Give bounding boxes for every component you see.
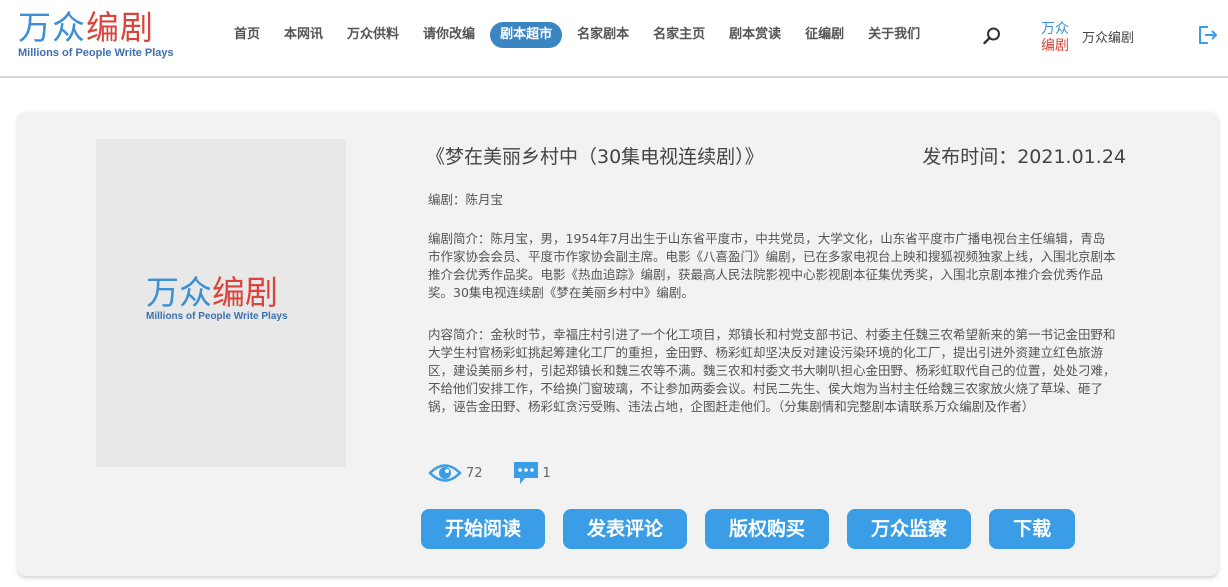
post-comment-button[interactable]: 发表评论 [563, 509, 688, 549]
logout-icon[interactable] [1196, 24, 1218, 46]
nav-item-famous-scripts[interactable]: 名家剧本 [565, 22, 641, 48]
comment-count: 1 [513, 461, 551, 485]
nav-item-script-reading[interactable]: 剧本赏读 [717, 22, 793, 48]
user-name[interactable]: 万众编剧 [1082, 27, 1134, 46]
script-stats: 72 1 [428, 458, 581, 488]
nav-item-recruit[interactable]: 征编剧 [793, 22, 856, 48]
search-icon[interactable] [982, 26, 1002, 46]
comment-icon [513, 462, 538, 484]
cover-logo: 万众编剧 Millions of People Write Plays [146, 273, 288, 323]
site-header: 万众编剧 Millions of People Write Plays 首页 本… [0, 0, 1228, 78]
content-summary: 内容简介：金秋时节，幸福庄村引进了一个化工项目，郑镇长和村党支部书记、村委主任魏… [428, 327, 1116, 414]
nav-item-about[interactable]: 关于我们 [856, 22, 932, 48]
script-title: 《梦在美丽乡村中（30集电视连续剧）》 [426, 146, 764, 168]
logo-cn: 万众编剧 [18, 8, 154, 47]
logo-en: Millions of People Write Plays [18, 47, 174, 59]
script-cover: 万众编剧 Millions of People Write Plays [96, 139, 346, 467]
nav-item-script-market[interactable]: 剧本超市 [490, 22, 563, 48]
svg-text:编剧: 编剧 [1041, 38, 1069, 54]
nav-item-famous-pages[interactable]: 名家主页 [641, 22, 717, 48]
script-detail-card: 万众编剧 Millions of People Write Plays 《梦在美… [18, 112, 1218, 576]
buy-copyright-button[interactable]: 版权购买 [705, 509, 830, 549]
nav-item-adapt[interactable]: 请你改编 [411, 22, 487, 48]
site-logo[interactable]: 万众编剧 Millions of People Write Plays [18, 10, 178, 66]
start-reading-button[interactable]: 开始阅读 [421, 509, 546, 549]
author-intro: 编剧简介：陈月宝，男，1954年7月出生于山东省平度市，中共党员，大学文化，山东… [428, 231, 1116, 300]
monitor-button[interactable]: 万众监察 [847, 509, 972, 549]
download-button[interactable]: 下载 [989, 509, 1076, 549]
nav-item-materials[interactable]: 万众供料 [335, 22, 411, 48]
script-author: 编剧：陈月宝 [428, 192, 504, 207]
user-avatar[interactable]: 万众 编剧 [1040, 18, 1074, 54]
nav-item-news[interactable]: 本网讯 [272, 22, 335, 48]
nav-item-home[interactable]: 首页 [222, 22, 272, 48]
action-buttons: 开始阅读 发表评论 版权购买 万众监察 下载 [421, 509, 1093, 549]
eye-icon [428, 464, 462, 482]
main-nav: 首页 本网讯 万众供料 请你改编 剧本超市 名家剧本 名家主页 剧本赏读 征编剧… [222, 22, 932, 48]
publish-date: 发布时间：2021.01.24 [922, 146, 1126, 168]
svg-text:万众: 万众 [1041, 21, 1069, 37]
view-count: 72 [428, 462, 483, 484]
